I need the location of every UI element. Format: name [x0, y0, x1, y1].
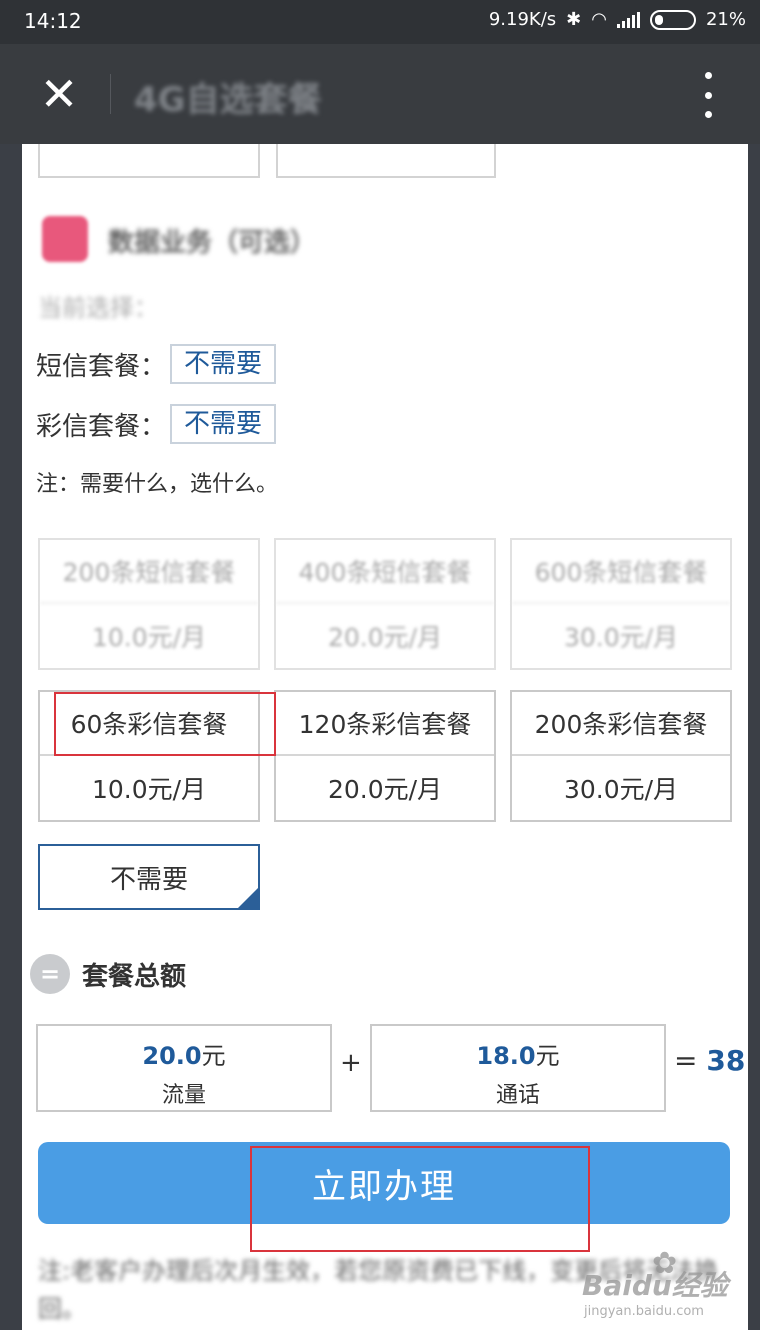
equals-icon: = — [30, 954, 70, 994]
mms-selection-row: 彩信套餐： 不需要 — [36, 404, 277, 444]
nav-divider — [110, 74, 111, 114]
section-title: 数据业务（可选） — [108, 228, 317, 258]
nav-bar: ✕ 4G自选套餐 — [0, 44, 760, 144]
sms-selection-value: 不需要 — [170, 344, 277, 384]
status-bar: 14:12 9.19K/s ✱ ◠ 21% — [0, 0, 760, 44]
data-service-icon — [42, 216, 88, 262]
previous-option-card[interactable] — [38, 144, 260, 178]
call-unit: 元 — [535, 1042, 560, 1070]
package-price: 20.0元/月 — [327, 775, 443, 804]
baidu-watermark: ✿ Baidu经验 jingyan.baidu.com — [582, 1246, 742, 1326]
package-name: 400条短信套餐 — [276, 540, 494, 604]
sms-package-card[interactable]: 600条短信套餐 30.0元/月 — [510, 538, 732, 670]
mms-package-card[interactable]: 120条彩信套餐 20.0元/月 — [274, 690, 496, 822]
package-name: 200条短信套餐 — [40, 540, 258, 604]
main-content: 数据业务（可选） 当前选择： 短信套餐： 不需要 彩信套餐： 不需要 注：需要什… — [22, 144, 748, 1330]
watermark-url: jingyan.baidu.com — [584, 1304, 704, 1319]
close-button[interactable]: ✕ — [28, 66, 90, 122]
battery-percent: 21% — [705, 9, 746, 30]
mms-selection-value: 不需要 — [170, 404, 277, 444]
data-total-box: 20.0元 流量 — [36, 1024, 332, 1112]
call-label: 通话 — [495, 1083, 540, 1108]
package-price: 30.0元/月 — [563, 775, 679, 804]
previous-option-card[interactable] — [276, 144, 496, 178]
annotation-highlight-box — [54, 692, 276, 756]
more-dot-icon — [704, 72, 712, 79]
call-total-box: 18.0元 通话 — [370, 1024, 666, 1112]
bluetooth-icon: ✱ — [566, 9, 582, 30]
current-selection-label: 当前选择： — [38, 294, 158, 322]
more-menu-button[interactable] — [696, 72, 720, 118]
sms-package-card[interactable]: 200条短信套餐 10.0元/月 — [38, 538, 260, 670]
close-icon: ✕ — [39, 67, 79, 121]
package-price: 30.0元/月 — [563, 623, 679, 652]
selection-note: 注：需要什么，选什么。 — [36, 472, 279, 497]
none-option-button[interactable]: 不需要 — [38, 844, 260, 910]
none-option-label: 不需要 — [109, 864, 188, 895]
battery-icon — [649, 9, 696, 30]
plus-sign: + — [340, 1048, 362, 1078]
annotation-highlight-box — [250, 1146, 590, 1252]
watermark-brand: Baidu经验 — [582, 1269, 728, 1302]
total-amount: 38 — [706, 1044, 746, 1077]
wifi-icon: ◠ — [591, 9, 607, 30]
data-label: 流量 — [161, 1083, 206, 1108]
selected-corner-icon — [237, 887, 258, 908]
call-amount: 18.0 — [476, 1042, 536, 1070]
package-name: 120条彩信套餐 — [276, 692, 494, 756]
mms-package-card[interactable]: 200条彩信套餐 30.0元/月 — [510, 690, 732, 822]
package-price: 20.0元/月 — [327, 623, 443, 652]
data-unit: 元 — [201, 1042, 226, 1070]
package-name: 600条短信套餐 — [512, 540, 730, 604]
status-icons: 9.19K/s ✱ ◠ 21% — [489, 9, 746, 30]
sms-selection-row: 短信套餐： 不需要 — [36, 344, 277, 384]
mms-selection-label: 彩信套餐： — [36, 411, 167, 442]
package-name: 200条彩信套餐 — [512, 692, 730, 756]
more-dot-icon — [704, 91, 712, 99]
equals-sign: = — [674, 1044, 698, 1077]
package-price: 10.0元/月 — [91, 623, 207, 652]
status-time: 14:12 — [24, 9, 82, 33]
data-amount: 20.0 — [142, 1042, 202, 1070]
cell-signal-icon — [616, 11, 640, 28]
page-title: 4G自选套餐 — [134, 80, 322, 120]
sms-package-card[interactable]: 400条短信套餐 20.0元/月 — [274, 538, 496, 670]
total-sum: = 38 — [674, 1044, 745, 1077]
more-dot-icon — [704, 111, 712, 118]
sms-selection-label: 短信套餐： — [36, 351, 167, 382]
network-speed: 9.19K/s — [488, 9, 557, 30]
package-price: 10.0元/月 — [91, 775, 207, 804]
total-title: 套餐总额 — [82, 962, 187, 992]
